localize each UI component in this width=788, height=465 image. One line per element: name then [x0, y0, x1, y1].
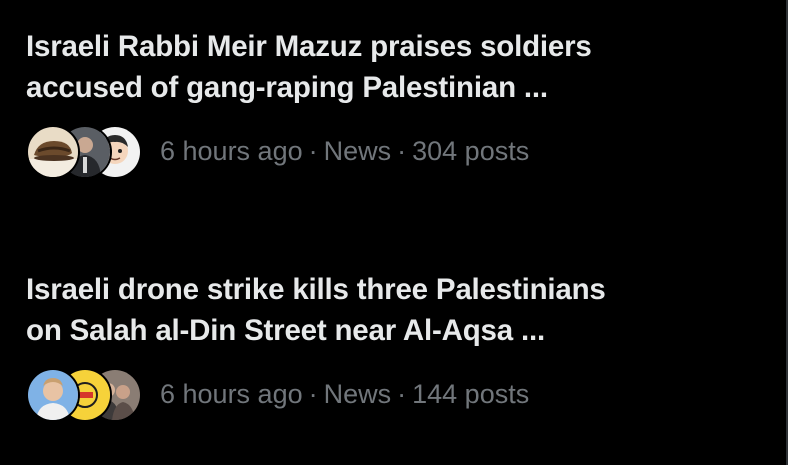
headline-line: Israeli drone strike kills three Palesti…: [26, 273, 606, 306]
headline-line: on Salah al-Din Street near Al-Aqsa ...: [26, 314, 545, 347]
trending-panel: Israeli Rabbi Meir Mazuz praises soldier…: [0, 0, 788, 465]
story-meta: 6 hours ago · News · 144 posts: [26, 366, 756, 422]
avatar-group: [26, 366, 142, 422]
trending-story-1[interactable]: Israeli Rabbi Meir Mazuz praises soldier…: [26, 26, 756, 179]
avatar-group: [26, 123, 142, 179]
headline-line: Israeli Rabbi Meir Mazuz praises soldier…: [26, 30, 592, 63]
story-post-count: 144 posts: [412, 378, 530, 409]
story-time: 6 hours ago: [160, 135, 303, 166]
story-meta-text: 6 hours ago · News · 144 posts: [160, 379, 529, 410]
trending-story-2[interactable]: Israeli drone strike kills three Palesti…: [26, 269, 756, 422]
story-meta-text: 6 hours ago · News · 304 posts: [160, 136, 529, 167]
story-category: News: [323, 135, 392, 166]
story-category: News: [323, 378, 392, 409]
meta-separator: ·: [397, 378, 407, 409]
man-avatar-icon: [26, 368, 80, 422]
meta-separator: ·: [397, 135, 407, 166]
hat-avatar-icon: [26, 125, 80, 179]
headline-line: accused of gang-raping Palestinian ...: [26, 71, 548, 104]
story-headline[interactable]: Israeli Rabbi Meir Mazuz praises soldier…: [26, 26, 756, 108]
story-time: 6 hours ago: [160, 378, 303, 409]
meta-separator: ·: [308, 378, 318, 409]
story-post-count: 304 posts: [412, 135, 530, 166]
story-meta: 6 hours ago · News · 304 posts: [26, 123, 756, 179]
meta-separator: ·: [308, 135, 318, 166]
story-headline[interactable]: Israeli drone strike kills three Palesti…: [26, 269, 756, 351]
